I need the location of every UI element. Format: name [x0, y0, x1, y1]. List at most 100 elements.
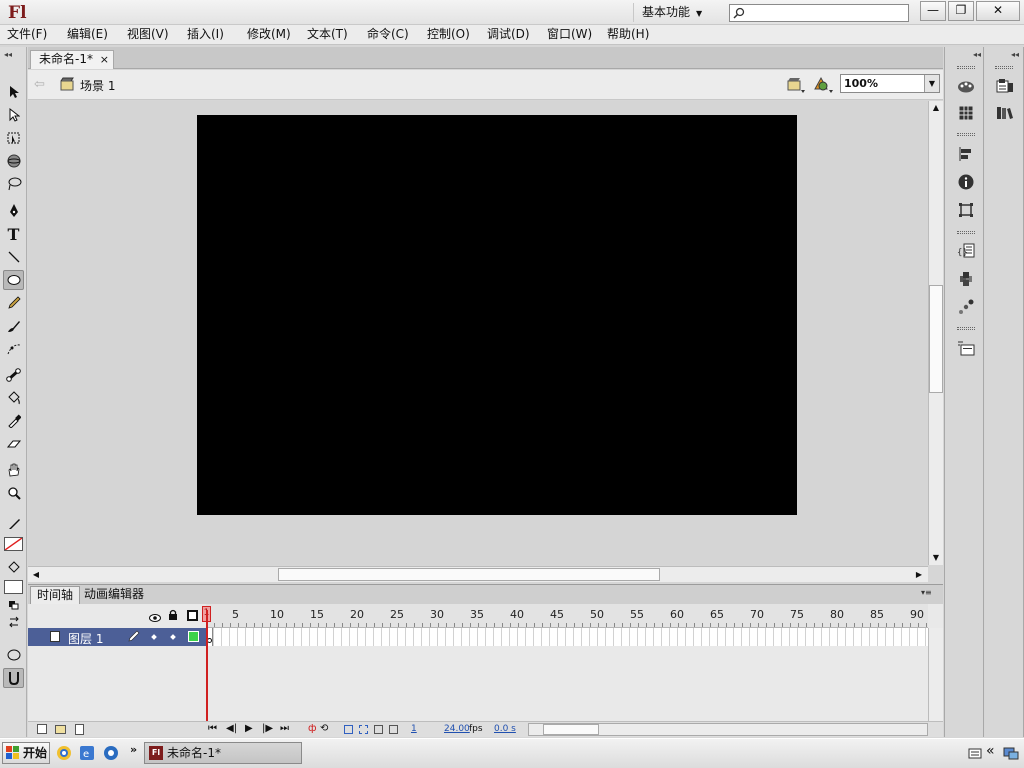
- components-panel-icon[interactable]: [955, 269, 977, 289]
- vertical-scrollbar[interactable]: ▲ ▼: [928, 101, 943, 565]
- keyboard-tray-icon[interactable]: [968, 746, 982, 763]
- stage[interactable]: [197, 115, 797, 515]
- scroll-right-icon[interactable]: ▶: [912, 568, 926, 582]
- menu-help[interactable]: 帮助(H): [607, 25, 649, 45]
- motion-presets-icon[interactable]: [955, 297, 977, 317]
- elapsed-time-value[interactable]: 0.0 s: [494, 724, 516, 734]
- current-frame-value[interactable]: 1: [411, 724, 417, 734]
- layer-lock-dot[interactable]: [170, 634, 176, 640]
- free-transform-tool-icon[interactable]: [3, 128, 24, 148]
- tab-timeline[interactable]: 时间轴: [30, 586, 81, 604]
- layer-row[interactable]: 图层 1: [28, 628, 206, 646]
- menu-insert[interactable]: 插入(I): [187, 25, 224, 45]
- panel-grip[interactable]: [957, 66, 975, 69]
- taskbar-item[interactable]: Fl 未命名-1*: [144, 742, 302, 764]
- properties-panel-icon[interactable]: [994, 76, 1016, 96]
- scroll-left-icon[interactable]: ◀: [29, 568, 43, 582]
- new-layer-icon[interactable]: [37, 724, 47, 734]
- network-tray-icon[interactable]: [1003, 745, 1019, 764]
- minimize-button[interactable]: —: [920, 1, 946, 21]
- menu-commands[interactable]: 命令(C): [367, 25, 409, 45]
- help-search-input[interactable]: [729, 4, 909, 22]
- deco-tool-icon[interactable]: [3, 339, 24, 359]
- menu-modify[interactable]: 修改(M): [247, 25, 291, 45]
- fill-color-swatch[interactable]: [4, 580, 23, 594]
- quicklaunch-overflow-icon[interactable]: »: [130, 743, 137, 756]
- black-white-icon[interactable]: [3, 598, 24, 612]
- go-last-frame-icon[interactable]: ⏭: [280, 723, 289, 734]
- onion-skin-outlines-icon[interactable]: [359, 725, 368, 734]
- line-tool-icon[interactable]: [3, 247, 24, 267]
- eyedropper-tool-icon[interactable]: [3, 411, 24, 431]
- lasso-tool-icon[interactable]: [3, 174, 24, 194]
- timeline-vertical-scrollbar[interactable]: [928, 628, 943, 721]
- zoom-tool-icon[interactable]: [3, 483, 24, 503]
- swatches-panel-icon[interactable]: [955, 103, 977, 123]
- panel-grip[interactable]: [957, 327, 975, 330]
- panel-grip[interactable]: [957, 231, 975, 234]
- go-first-frame-icon[interactable]: ⏮: [208, 723, 217, 734]
- menu-view[interactable]: 视图(V): [127, 25, 169, 45]
- outline-icon[interactable]: [187, 610, 198, 621]
- 3d-rotation-tool-icon[interactable]: [3, 151, 24, 171]
- zoom-select[interactable]: 100% ▼: [840, 74, 940, 93]
- scroll-down-icon[interactable]: ▼: [929, 551, 943, 565]
- stroke-color-icon[interactable]: [3, 514, 24, 534]
- collapse-icon[interactable]: ◂◂: [4, 50, 12, 59]
- step-forward-icon[interactable]: |▶: [262, 723, 273, 734]
- oval-tool-icon[interactable]: [3, 270, 24, 290]
- edit-multiple-frames-icon[interactable]: [374, 725, 383, 734]
- timeline-ruler[interactable]: 5 10 15 20 25 30 35 40 45 50 55 60 65 70…: [206, 604, 928, 628]
- lock-icon[interactable]: [168, 609, 178, 623]
- loop-icon[interactable]: ⟲: [320, 723, 328, 734]
- media-quicklaunch-icon[interactable]: [103, 745, 119, 764]
- color-panel-icon[interactable]: [955, 76, 977, 96]
- chevron-down-icon[interactable]: ▼: [924, 75, 939, 92]
- onion-skin-icon[interactable]: [344, 725, 353, 734]
- object-drawing-icon[interactable]: [3, 645, 24, 665]
- delete-layer-icon[interactable]: [75, 724, 84, 735]
- panel-grip[interactable]: [995, 66, 1013, 69]
- selection-tool-icon[interactable]: [3, 82, 24, 102]
- fill-color-icon[interactable]: [3, 557, 24, 577]
- panel-grip[interactable]: [957, 133, 975, 136]
- horizontal-scroll-thumb[interactable]: [278, 568, 660, 581]
- eraser-tool-icon[interactable]: [3, 434, 24, 454]
- swap-colors-icon[interactable]: [3, 615, 24, 629]
- fps-value[interactable]: 24.00: [444, 724, 470, 734]
- start-button[interactable]: 开始: [2, 742, 50, 764]
- transform-panel-icon[interactable]: [955, 200, 977, 220]
- collapse-panel-icon[interactable]: ◂◂: [1011, 50, 1019, 59]
- timeline-scroll-thumb[interactable]: [543, 724, 599, 735]
- project-panel-icon[interactable]: [955, 338, 977, 358]
- menu-debug[interactable]: 调试(D): [487, 25, 530, 45]
- browser-quicklaunch-icon[interactable]: [56, 745, 72, 764]
- info-panel-icon[interactable]: [955, 172, 977, 192]
- modify-onion-markers-icon[interactable]: [389, 725, 398, 734]
- menu-file[interactable]: 文件(F): [7, 25, 47, 45]
- subselection-tool-icon[interactable]: [3, 105, 24, 125]
- ie-quicklaunch-icon[interactable]: e: [79, 745, 95, 764]
- back-arrow-icon[interactable]: ⇦: [34, 77, 45, 92]
- library-panel-icon[interactable]: [994, 103, 1016, 123]
- center-frame-icon[interactable]: ф: [308, 723, 317, 734]
- layer-visible-dot[interactable]: [151, 634, 157, 640]
- tab-motion-editor[interactable]: 动画编辑器: [78, 586, 150, 604]
- show-hide-icon[interactable]: [149, 611, 161, 625]
- vertical-scroll-thumb[interactable]: [929, 285, 943, 393]
- menu-control[interactable]: 控制(O): [427, 25, 470, 45]
- close-tab-icon[interactable]: ×: [100, 51, 109, 68]
- panel-menu-icon[interactable]: ▾≡: [921, 588, 932, 597]
- bone-tool-icon[interactable]: [3, 365, 24, 385]
- menu-text[interactable]: 文本(T): [307, 25, 348, 45]
- restore-button[interactable]: ❐: [948, 1, 974, 21]
- paint-bucket-tool-icon[interactable]: [3, 388, 24, 408]
- code-snippets-icon[interactable]: {}: [955, 241, 977, 261]
- align-panel-icon[interactable]: [955, 144, 977, 164]
- text-tool-icon[interactable]: T: [3, 224, 24, 244]
- edit-symbols-icon[interactable]: [812, 75, 834, 97]
- step-back-icon[interactable]: ◀|: [226, 723, 237, 734]
- menu-edit[interactable]: 编辑(E): [67, 25, 108, 45]
- collapse-panel-icon[interactable]: ◂◂: [973, 50, 981, 59]
- stroke-color-swatch[interactable]: [4, 537, 23, 551]
